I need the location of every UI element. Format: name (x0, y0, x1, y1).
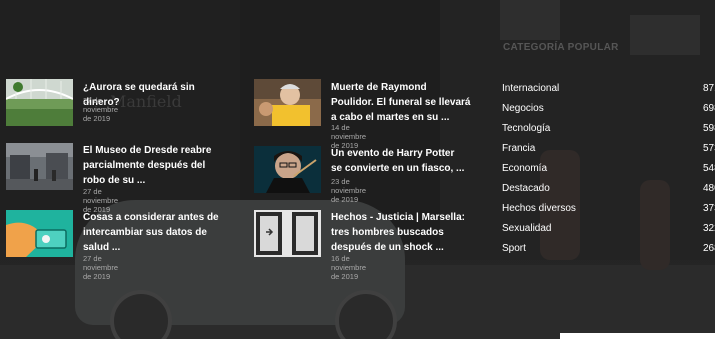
greenhouse-image[interactable] (6, 79, 73, 126)
post-title[interactable]: Muerte de Raymond Poulidor. El funeral s… (331, 80, 471, 125)
category-count: 480 (703, 183, 715, 194)
category-count: 871 (703, 83, 715, 94)
doors-image[interactable] (254, 210, 321, 257)
category-count: 698 (703, 103, 715, 114)
post-date: 23 de noviembre de 2019 (331, 177, 367, 204)
post-date: 27 de noviembre de 2019 (83, 254, 119, 281)
category-count: 268 (703, 243, 715, 254)
street-image[interactable] (6, 143, 73, 190)
category-count: 598 (703, 123, 715, 134)
post-title[interactable]: Un evento de Harry Potter se convierte e… (331, 146, 466, 176)
categories-heading: CATEGORÍA POPULAR (503, 42, 619, 53)
wizard-image[interactable] (254, 146, 321, 193)
category-item-negocios[interactable]: Negocios 698 (502, 100, 715, 120)
category-name[interactable]: Francia (502, 143, 535, 154)
category-count: 373 (703, 203, 715, 214)
category-count: 573 (703, 143, 715, 154)
hand-card-image[interactable] (6, 210, 73, 257)
category-item-destacado[interactable]: Destacado 480 (502, 180, 715, 200)
bottom-bar (560, 333, 715, 339)
category-count: 548 (703, 163, 715, 174)
category-name[interactable]: Hechos diversos (502, 203, 576, 214)
post-title[interactable]: El Museo de Dresde reabre parcialmente d… (83, 143, 223, 188)
category-name[interactable]: Sport (502, 243, 526, 254)
category-name[interactable]: Economía (502, 163, 547, 174)
category-count: 322 (703, 223, 715, 234)
category-item-sport[interactable]: Sport 268 (502, 240, 715, 260)
category-item-sexualidad[interactable]: Sexualidad 322 (502, 220, 715, 240)
category-item-economia[interactable]: Economía 548 (502, 160, 715, 180)
cyclist-image[interactable] (254, 79, 321, 126)
post-date: 16 de noviembre de 2019 (331, 254, 367, 281)
post-title[interactable]: Hechos - Justicia | Marsella: tres hombr… (331, 210, 471, 255)
category-item-francia[interactable]: Francia 573 (502, 140, 715, 160)
post-title[interactable]: Cosas a considerar antes de intercambiar… (83, 210, 223, 255)
category-item-tecnologia[interactable]: Tecnología 598 (502, 120, 715, 140)
category-item-hechos-diversos[interactable]: Hechos diversos 373 (502, 200, 715, 220)
category-item-internacional[interactable]: Internacional 871 (502, 80, 715, 100)
post-date: 27 de noviembre de 2019 (83, 96, 119, 123)
category-name[interactable]: Tecnología (502, 123, 550, 134)
category-name[interactable]: Destacado (502, 183, 550, 194)
category-name[interactable]: Negocios (502, 103, 544, 114)
category-name[interactable]: Sexualidad (502, 223, 551, 234)
category-name[interactable]: Internacional (502, 83, 559, 94)
